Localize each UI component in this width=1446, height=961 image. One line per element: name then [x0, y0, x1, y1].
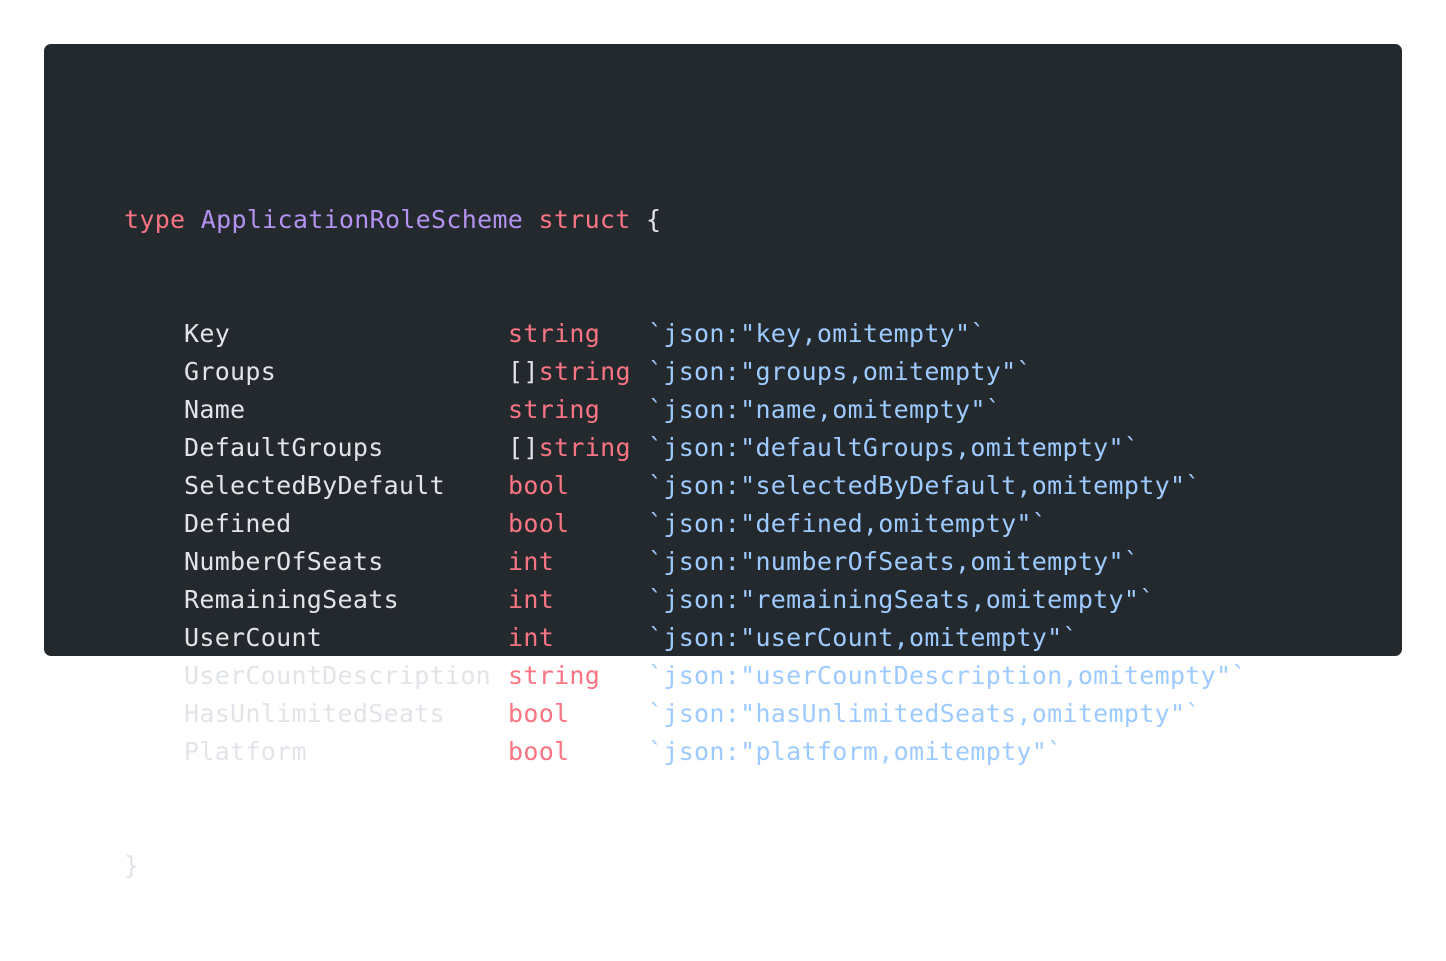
- closing-line: }: [124, 847, 1402, 885]
- field-type-name: bool: [508, 699, 570, 728]
- field-type-name: string: [538, 433, 631, 462]
- field-name: NumberOfSeats: [184, 547, 384, 576]
- field-name: Groups: [184, 357, 277, 386]
- field-line: NumberOfSeats int `json:"numberOfSeats,omi…: [124, 543, 1402, 581]
- struct-declaration-line: type ApplicationRoleScheme struct {: [124, 201, 1402, 239]
- field-tag: `json:"hasUnlimitedSeats,omitempty"`: [648, 699, 1201, 728]
- field-name: RemainingSeats: [184, 585, 399, 614]
- field-line: Groups []string `json:"groups,omitempty"`: [124, 353, 1402, 391]
- field-type: bool: [508, 695, 648, 733]
- field-line: Name string `json:"name,omitempty"`: [124, 391, 1402, 429]
- field-type-name: string: [538, 357, 631, 386]
- field-type-prefix: []: [508, 433, 539, 462]
- field-type: []string: [508, 429, 648, 467]
- field-name: UserCount: [184, 623, 323, 652]
- field-name: SelectedByDefault: [184, 471, 445, 500]
- field-line: Platform bool `json:"platform,omitempty"`: [124, 733, 1402, 771]
- field-type-name: int: [508, 585, 555, 614]
- field-type: string: [508, 657, 648, 695]
- field-tag: `json:"selectedByDefault,omitempty"`: [648, 471, 1201, 500]
- field-tag: `json:"numberOfSeats,omitempty"`: [648, 547, 1140, 576]
- field-tag: `json:"remainingSeats,omitempty"`: [648, 585, 1155, 614]
- field-line: Defined bool `json:"defined,omitempty"`: [124, 505, 1402, 543]
- field-tag: `json:"userCount,omitempty"`: [648, 623, 1078, 652]
- field-type: []string: [508, 353, 648, 391]
- field-type: bool: [508, 467, 648, 505]
- field-type: int: [508, 543, 648, 581]
- field-tag: `json:"name,omitempty"`: [648, 395, 1002, 424]
- field-line: UserCount int `json:"userCount,omitempty"`: [124, 619, 1402, 657]
- keyword-type: type: [124, 205, 186, 234]
- field-name: HasUnlimitedSeats: [184, 699, 445, 728]
- field-line: UserCountDescription string `json:"userCou…: [124, 657, 1402, 695]
- field-tag: `json:"defined,omitempty"`: [648, 509, 1048, 538]
- field-type-name: int: [508, 547, 555, 576]
- close-brace: }: [124, 851, 140, 880]
- field-line: RemainingSeats int `json:"remainingSeats,o…: [124, 581, 1402, 619]
- code-block: type ApplicationRoleScheme struct { Key s…: [44, 44, 1402, 880]
- field-type-name: bool: [508, 509, 570, 538]
- field-name: Platform: [184, 737, 307, 766]
- field-line: SelectedByDefault bool `json:"selectedByDe…: [124, 467, 1402, 505]
- code-content: type ApplicationRoleScheme struct { Key s…: [124, 125, 1402, 961]
- field-type: bool: [508, 505, 648, 543]
- field-tag: `json:"userCountDescription,omitempty"`: [648, 661, 1247, 690]
- field-tag: `json:"key,omitempty"`: [648, 319, 986, 348]
- field-type: int: [508, 619, 648, 657]
- field-type-name: bool: [508, 737, 570, 766]
- field-name: Name: [184, 395, 246, 424]
- open-brace: {: [645, 205, 662, 234]
- field-type-name: string: [508, 319, 601, 348]
- field-type: string: [508, 391, 648, 429]
- field-type: bool: [508, 733, 648, 771]
- field-name: Key: [184, 319, 231, 348]
- field-name: Defined: [184, 509, 292, 538]
- field-type-name: bool: [508, 471, 570, 500]
- field-tag: `json:"defaultGroups,omitempty"`: [648, 433, 1140, 462]
- field-name: DefaultGroups: [184, 433, 384, 462]
- field-line: HasUnlimitedSeats bool `json:"hasUnlimited…: [124, 695, 1402, 733]
- struct-name: ApplicationRoleScheme: [200, 205, 524, 234]
- struct-fields: Key string `json:"key,omitempty"` Groups []s…: [124, 315, 1402, 771]
- field-name: UserCountDescription: [184, 661, 492, 690]
- field-type-name: string: [508, 661, 601, 690]
- field-type: int: [508, 581, 648, 619]
- field-tag: `json:"groups,omitempty"`: [648, 357, 1032, 386]
- field-type-prefix: []: [508, 357, 539, 386]
- field-tag: `json:"platform,omitempty"`: [648, 737, 1063, 766]
- field-line: DefaultGroups []string `json:"defaultGroup…: [124, 429, 1402, 467]
- field-type-name: int: [508, 623, 555, 652]
- keyword-struct: struct: [538, 205, 631, 234]
- field-line: Key string `json:"key,omitempty"`: [124, 315, 1402, 353]
- field-type: string: [508, 315, 648, 353]
- field-type-name: string: [508, 395, 601, 424]
